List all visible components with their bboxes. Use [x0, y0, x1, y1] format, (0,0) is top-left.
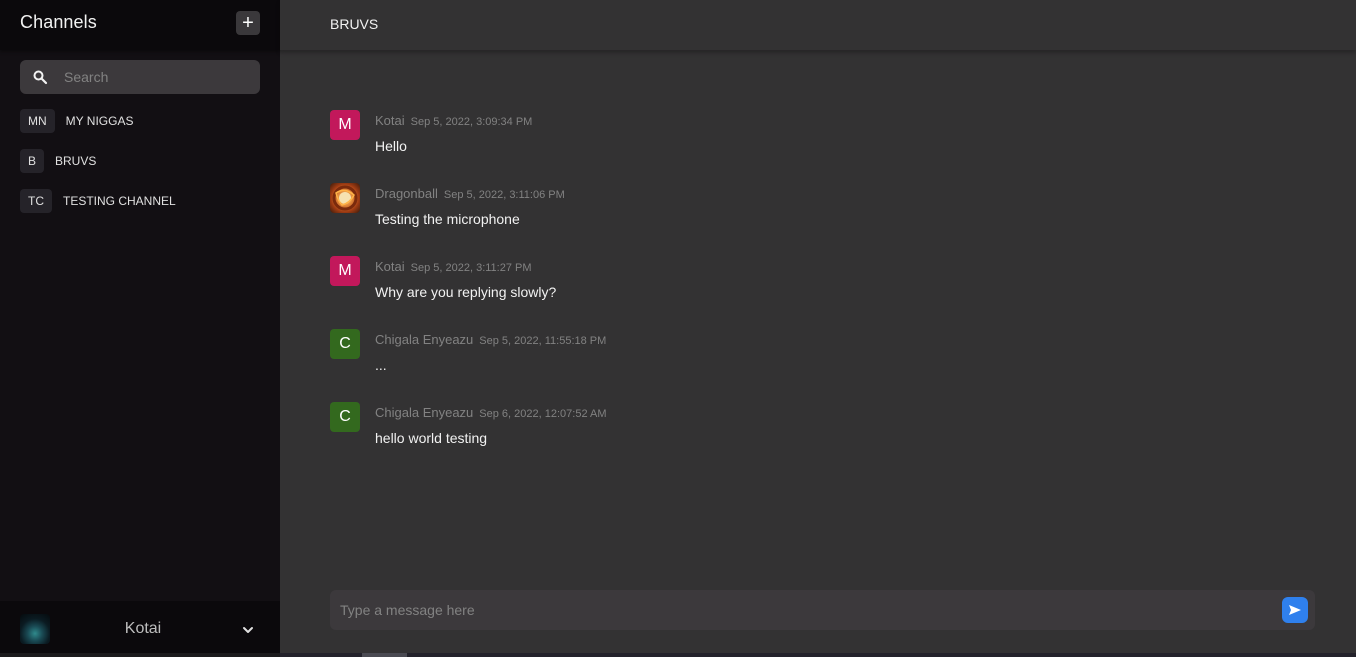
message-text: Hello: [375, 138, 407, 154]
message-timestamp: Sep 6, 2022, 12:07:52 AM: [479, 408, 607, 420]
search-box[interactable]: [20, 60, 260, 94]
avatar: [330, 183, 360, 213]
channel-name: TESTING CHANNEL: [63, 194, 176, 208]
message-timestamp: Sep 5, 2022, 3:11:06 PM: [443, 189, 565, 201]
message-item: C Chigala Enyeazu Sep 6, 2022, 12:07:52 A…: [330, 402, 1230, 452]
search-input[interactable]: [64, 60, 254, 94]
avatar: C: [330, 329, 360, 359]
send-button[interactable]: [1282, 597, 1308, 623]
message-text: Why are you replying slowly?: [375, 284, 557, 300]
chevron-down-icon[interactable]: [241, 623, 255, 637]
message-text: ...: [375, 357, 387, 373]
avatar: C: [330, 402, 360, 432]
channel-title: BRUVS: [330, 16, 379, 32]
add-channel-button[interactable]: +: [236, 11, 260, 35]
send-icon: [1289, 605, 1301, 615]
scrollbar-thumb[interactable]: [362, 653, 407, 657]
message-meta: Dragonball Sep 5, 2022, 3:11:06 PM: [375, 186, 565, 201]
channel-header: BRUVS: [280, 0, 1356, 50]
message-timestamp: Sep 5, 2022, 3:09:34 PM: [410, 116, 533, 128]
message-timestamp: Sep 5, 2022, 3:11:27 PM: [410, 262, 532, 274]
message-author: Kotai: [375, 259, 405, 274]
message-input[interactable]: [340, 590, 1270, 630]
sidebar-title: Channels: [20, 12, 97, 32]
message-meta: Kotai Sep 5, 2022, 3:09:34 PM: [375, 113, 532, 128]
message-meta: Chigala Enyeazu Sep 5, 2022, 11:55:18 PM: [375, 332, 606, 347]
user-name: Kotai: [124, 620, 162, 637]
user-footer: Kotai: [0, 601, 280, 657]
horizontal-scrollbar[interactable]: [280, 653, 1356, 657]
message-author: Dragonball: [375, 186, 438, 201]
message-item: M Kotai Sep 5, 2022, 3:09:34 PM Hello: [330, 110, 1230, 160]
message-composer: [330, 590, 1315, 630]
channel-item-bruvs[interactable]: B BRUVS: [20, 149, 260, 173]
avatar: M: [330, 256, 360, 286]
search-icon: [33, 70, 48, 85]
chat-app: Channels + MN MY NIGGAS B BRUVS TC TESTI…: [0, 0, 1356, 657]
message-meta: Chigala Enyeazu Sep 6, 2022, 12:07:52 AM: [375, 405, 607, 420]
message-item: Dragonball Sep 5, 2022, 3:11:06 PM Testin…: [330, 183, 1230, 233]
message-author: Chigala Enyeazu: [375, 405, 474, 420]
channel-abbr: MN: [20, 109, 55, 133]
user-avatar: [20, 614, 50, 644]
message-text: hello world testing: [375, 430, 488, 446]
sidebar: Channels + MN MY NIGGAS B BRUVS TC TESTI…: [0, 0, 280, 657]
avatar: M: [330, 110, 360, 140]
channel-item-testing-channel[interactable]: TC TESTING CHANNEL: [20, 189, 260, 213]
sidebar-header: Channels +: [0, 0, 280, 50]
plus-icon: +: [242, 12, 254, 34]
message-item: C Chigala Enyeazu Sep 5, 2022, 11:55:18 P…: [330, 329, 1230, 379]
channel-name: MY NIGGAS: [65, 114, 134, 128]
dragon-avatar-image: [332, 185, 358, 211]
message-timestamp: Sep 5, 2022, 11:55:18 PM: [479, 335, 607, 347]
message-author: Kotai: [375, 113, 405, 128]
channel-abbr: TC: [20, 189, 52, 213]
message-meta: Kotai Sep 5, 2022, 3:11:27 PM: [375, 259, 532, 274]
message-item: M Kotai Sep 5, 2022, 3:11:27 PM Why are y…: [330, 256, 1230, 306]
channel-name: BRUVS: [55, 154, 97, 168]
sidebar-bottom-edge: [0, 653, 280, 657]
channel-abbr: B: [20, 149, 45, 173]
channel-item-my-niggas[interactable]: MN MY NIGGAS: [20, 109, 260, 133]
message-author: Chigala Enyeazu: [375, 332, 474, 347]
message-text: Testing the microphone: [375, 211, 520, 227]
